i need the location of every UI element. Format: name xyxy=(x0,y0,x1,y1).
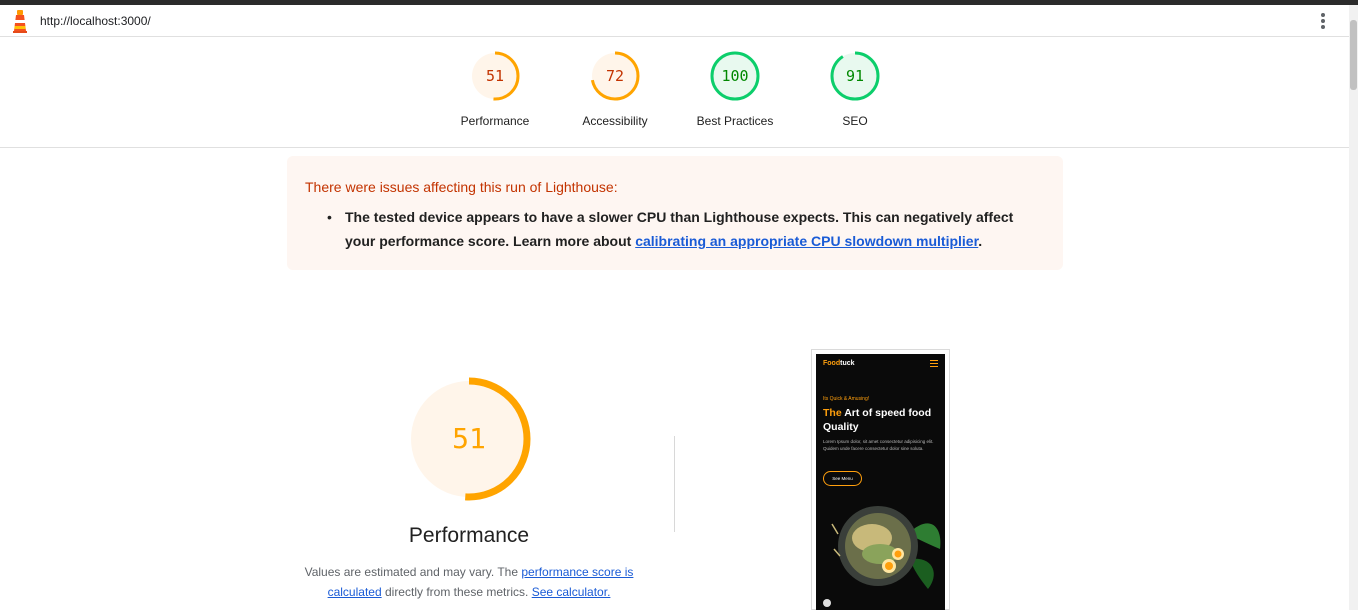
gauge-label: Best Practices xyxy=(696,114,774,128)
performance-score: 51 xyxy=(452,422,486,455)
more-vert-icon[interactable] xyxy=(1316,11,1330,31)
warning-title: There were issues affecting this run of … xyxy=(305,179,618,195)
svg-text:100: 100 xyxy=(721,67,748,85)
runtime-warning: There were issues affecting this run of … xyxy=(287,156,1063,270)
final-screenshot[interactable]: Foodtuck Its Quick & Amusing! The Art of… xyxy=(811,349,950,610)
svg-text:91: 91 xyxy=(846,67,864,85)
svg-text:51: 51 xyxy=(486,67,504,85)
gauge-performance[interactable]: 51 Performance xyxy=(435,51,555,128)
section-divider xyxy=(674,436,675,532)
hero-headline: The Art of speed food Quality xyxy=(823,407,932,433)
gauge-seo[interactable]: 91 SEO xyxy=(795,51,915,128)
cpu-slowdown-link[interactable]: calibrating an appropriate CPU slowdown … xyxy=(635,233,978,249)
svg-text:72: 72 xyxy=(606,67,624,85)
hamburger-icon xyxy=(930,360,938,367)
food-plate-image xyxy=(831,506,941,589)
report-topbar: http://localhost:3000/ xyxy=(0,5,1349,37)
gauge-accessibility[interactable]: 72 Accessibility xyxy=(555,51,675,128)
site-logo: Foodtuck xyxy=(823,360,855,367)
gauge-label: Accessibility xyxy=(582,114,648,128)
see-calculator-link[interactable]: See calculator. xyxy=(532,585,611,599)
report-url[interactable]: http://localhost:3000/ xyxy=(40,14,151,28)
gauge-best-practices[interactable]: 100 Best Practices xyxy=(675,51,795,128)
bullet: • xyxy=(327,209,332,225)
gauge-label: Performance xyxy=(460,114,530,128)
performance-description: Values are estimated and may vary. The p… xyxy=(304,565,634,599)
gauge-label: SEO xyxy=(842,114,868,128)
hero-kicker: Its Quick & Amusing! xyxy=(823,396,870,402)
scroll-dot xyxy=(823,599,831,607)
hero-body: Lorem Ipsum dolor, sit amet consectetur … xyxy=(823,439,934,451)
see-menu-button: See Menu xyxy=(823,471,862,486)
screenshot-content: Foodtuck Its Quick & Amusing! The Art of… xyxy=(816,354,945,610)
lighthouse-icon xyxy=(13,10,27,33)
performance-title: Performance xyxy=(408,524,530,547)
warning-item: The tested device appears to have a slow… xyxy=(345,209,1014,249)
performance-gauge[interactable]: 51 xyxy=(404,374,534,504)
scrollbar-thumb[interactable] xyxy=(1350,20,1357,90)
page-scrollbar[interactable] xyxy=(1349,5,1358,610)
scores-header: 51 Performance 72 Accessibility 100 Best… xyxy=(0,38,1349,148)
